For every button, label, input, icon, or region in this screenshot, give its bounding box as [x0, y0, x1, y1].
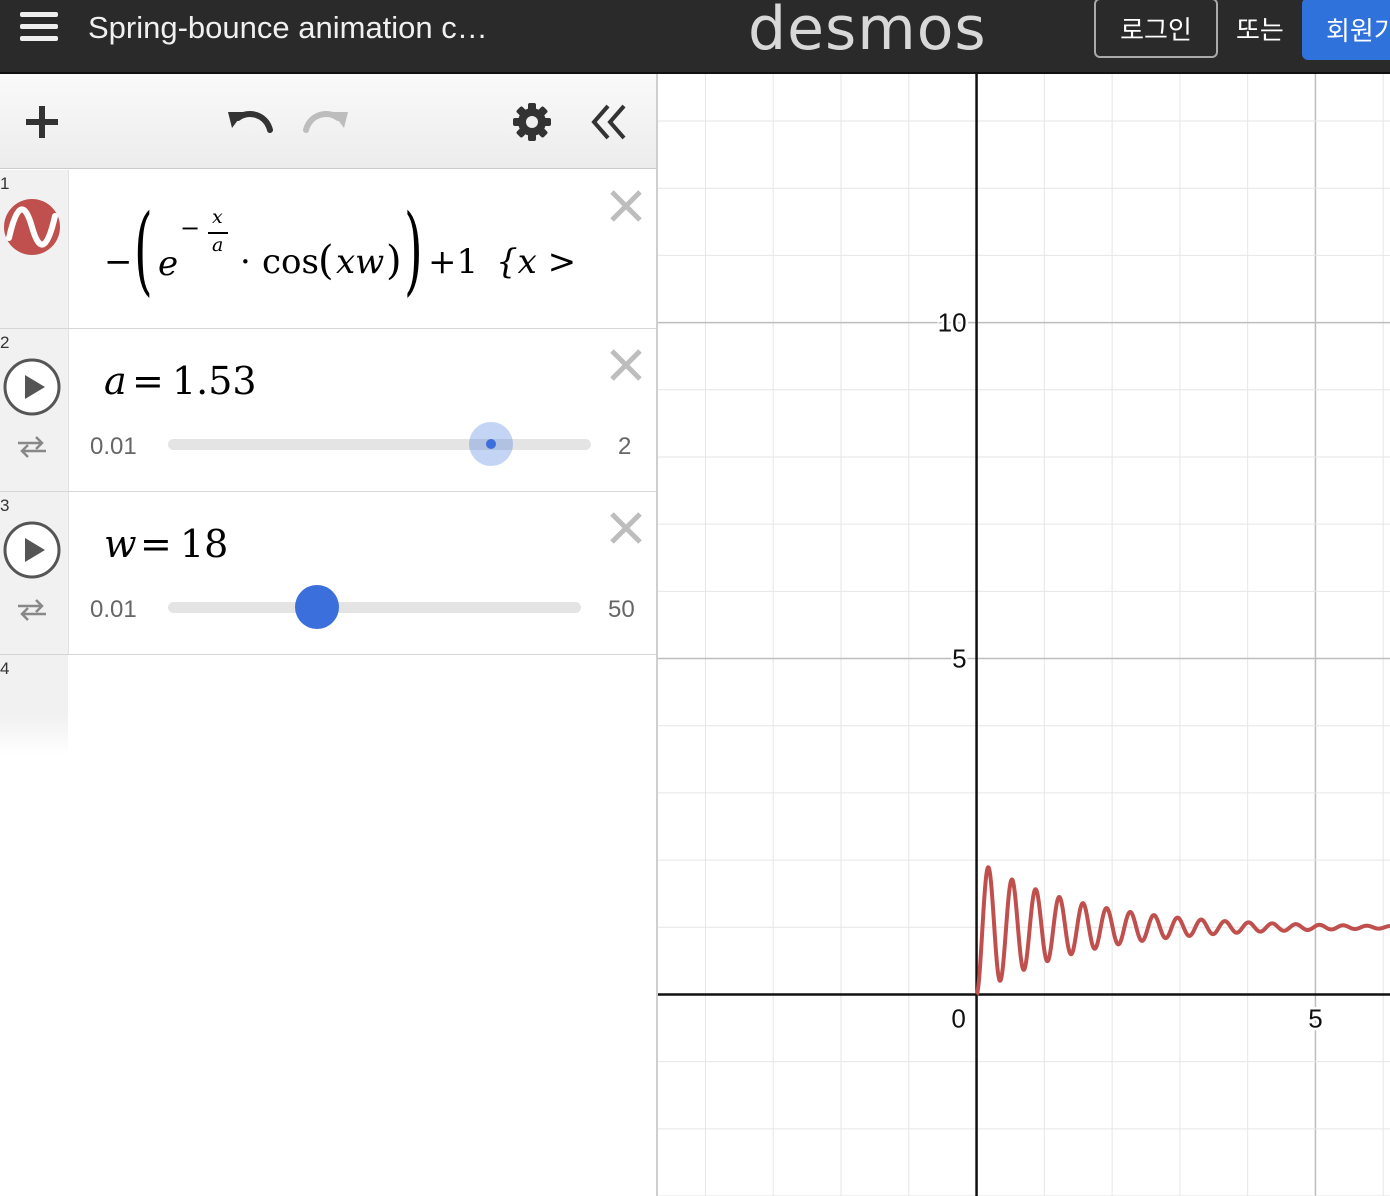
signup-button[interactable]: 회원가입	[1302, 0, 1390, 60]
function-curve[interactable]	[974, 865, 1390, 996]
latex-dot: ·	[240, 242, 251, 282]
slider-max[interactable]: 50	[608, 596, 635, 624]
slider-max[interactable]: 2	[618, 433, 631, 461]
latex-paren-close: )	[404, 194, 423, 306]
gear-icon[interactable]	[512, 102, 552, 142]
slider-thumb[interactable]	[295, 585, 339, 629]
latex-plus-one: +1	[428, 242, 479, 282]
slider-variable[interactable]: a	[104, 359, 127, 403]
x-tick-label: 5	[1308, 1003, 1322, 1033]
loop-icon[interactable]	[16, 435, 48, 459]
expression-toolbar	[0, 74, 656, 169]
latex-exp-neg: −	[180, 214, 201, 242]
expression-row-4[interactable]: 4	[0, 655, 656, 755]
slider-value[interactable]: 1.53	[172, 359, 257, 403]
latex-cos-arg: xw	[336, 242, 385, 282]
graph-canvas[interactable]: 0 5 10 5	[658, 74, 1390, 1196]
expression-gutter: 2	[0, 329, 69, 491]
slider-min[interactable]: 0.01	[90, 596, 137, 624]
expression-latex[interactable]: − ( e − x a · cos ( xw ) ) +1 {x >	[0, 170, 600, 328]
top-bar: Spring-bounce animation c… desmos 로그인 또는…	[0, 0, 1390, 74]
close-icon[interactable]	[608, 510, 644, 546]
expression-index: 3	[0, 496, 10, 515]
slider-equals: =	[132, 359, 164, 403]
slider-value[interactable]: 18	[180, 522, 228, 566]
y-tick-label: 10	[938, 308, 967, 338]
y-tick-label: 5	[952, 644, 966, 674]
latex-condition: {x >	[496, 242, 577, 282]
desmos-logo: desmos	[748, 0, 987, 64]
expression-row-1[interactable]: 1 − ( e − x a · cos ( xw ) ) +1 {x >	[0, 170, 656, 329]
x-tick-label: 0	[951, 1003, 965, 1033]
graph-area[interactable]: 0 5 10 5	[658, 74, 1390, 1196]
undo-icon[interactable]	[226, 104, 274, 138]
expression-index: 4	[0, 659, 10, 678]
latex-cos: cos	[262, 242, 319, 282]
expression-row-2[interactable]: 2 a = 1.53 0.01 2	[0, 329, 656, 492]
slider-variable[interactable]: w	[104, 522, 137, 566]
login-button[interactable]: 로그인	[1094, 0, 1218, 58]
expression-gutter: 4	[0, 655, 68, 755]
latex-e: e	[158, 244, 179, 284]
play-icon[interactable]	[2, 357, 62, 417]
slider-track[interactable]	[168, 602, 581, 613]
slider-track[interactable]	[168, 439, 591, 450]
expression-gutter: 3	[0, 492, 69, 654]
latex-paren-open: (	[134, 194, 153, 306]
expression-row-3[interactable]: 3 w = 18 0.01 50	[0, 492, 656, 655]
graph-title[interactable]: Spring-bounce animation c…	[88, 10, 518, 46]
menu-icon[interactable]	[20, 12, 58, 44]
slider-thumb[interactable]	[469, 422, 513, 466]
close-icon[interactable]	[608, 347, 644, 383]
latex-negation: −	[104, 242, 133, 282]
close-icon[interactable]	[608, 188, 644, 224]
play-icon[interactable]	[2, 520, 62, 580]
plus-icon[interactable]	[24, 104, 60, 140]
expression-panel: 1 − ( e − x a · cos ( xw ) ) +1 {x > 2 a…	[0, 74, 658, 1196]
or-text: 또는	[1236, 15, 1284, 45]
latex-cos-paren-open: (	[318, 238, 334, 284]
latex-cos-paren-close: )	[386, 238, 402, 284]
latex-exp-numerator: x	[212, 206, 223, 228]
latex-exp-denominator: a	[212, 234, 224, 256]
redo-icon[interactable]	[302, 104, 350, 138]
slider-min[interactable]: 0.01	[90, 433, 137, 461]
slider-equals: =	[140, 522, 172, 566]
expression-index: 2	[0, 333, 10, 352]
collapse-icon[interactable]	[590, 104, 630, 140]
loop-icon[interactable]	[16, 598, 48, 622]
